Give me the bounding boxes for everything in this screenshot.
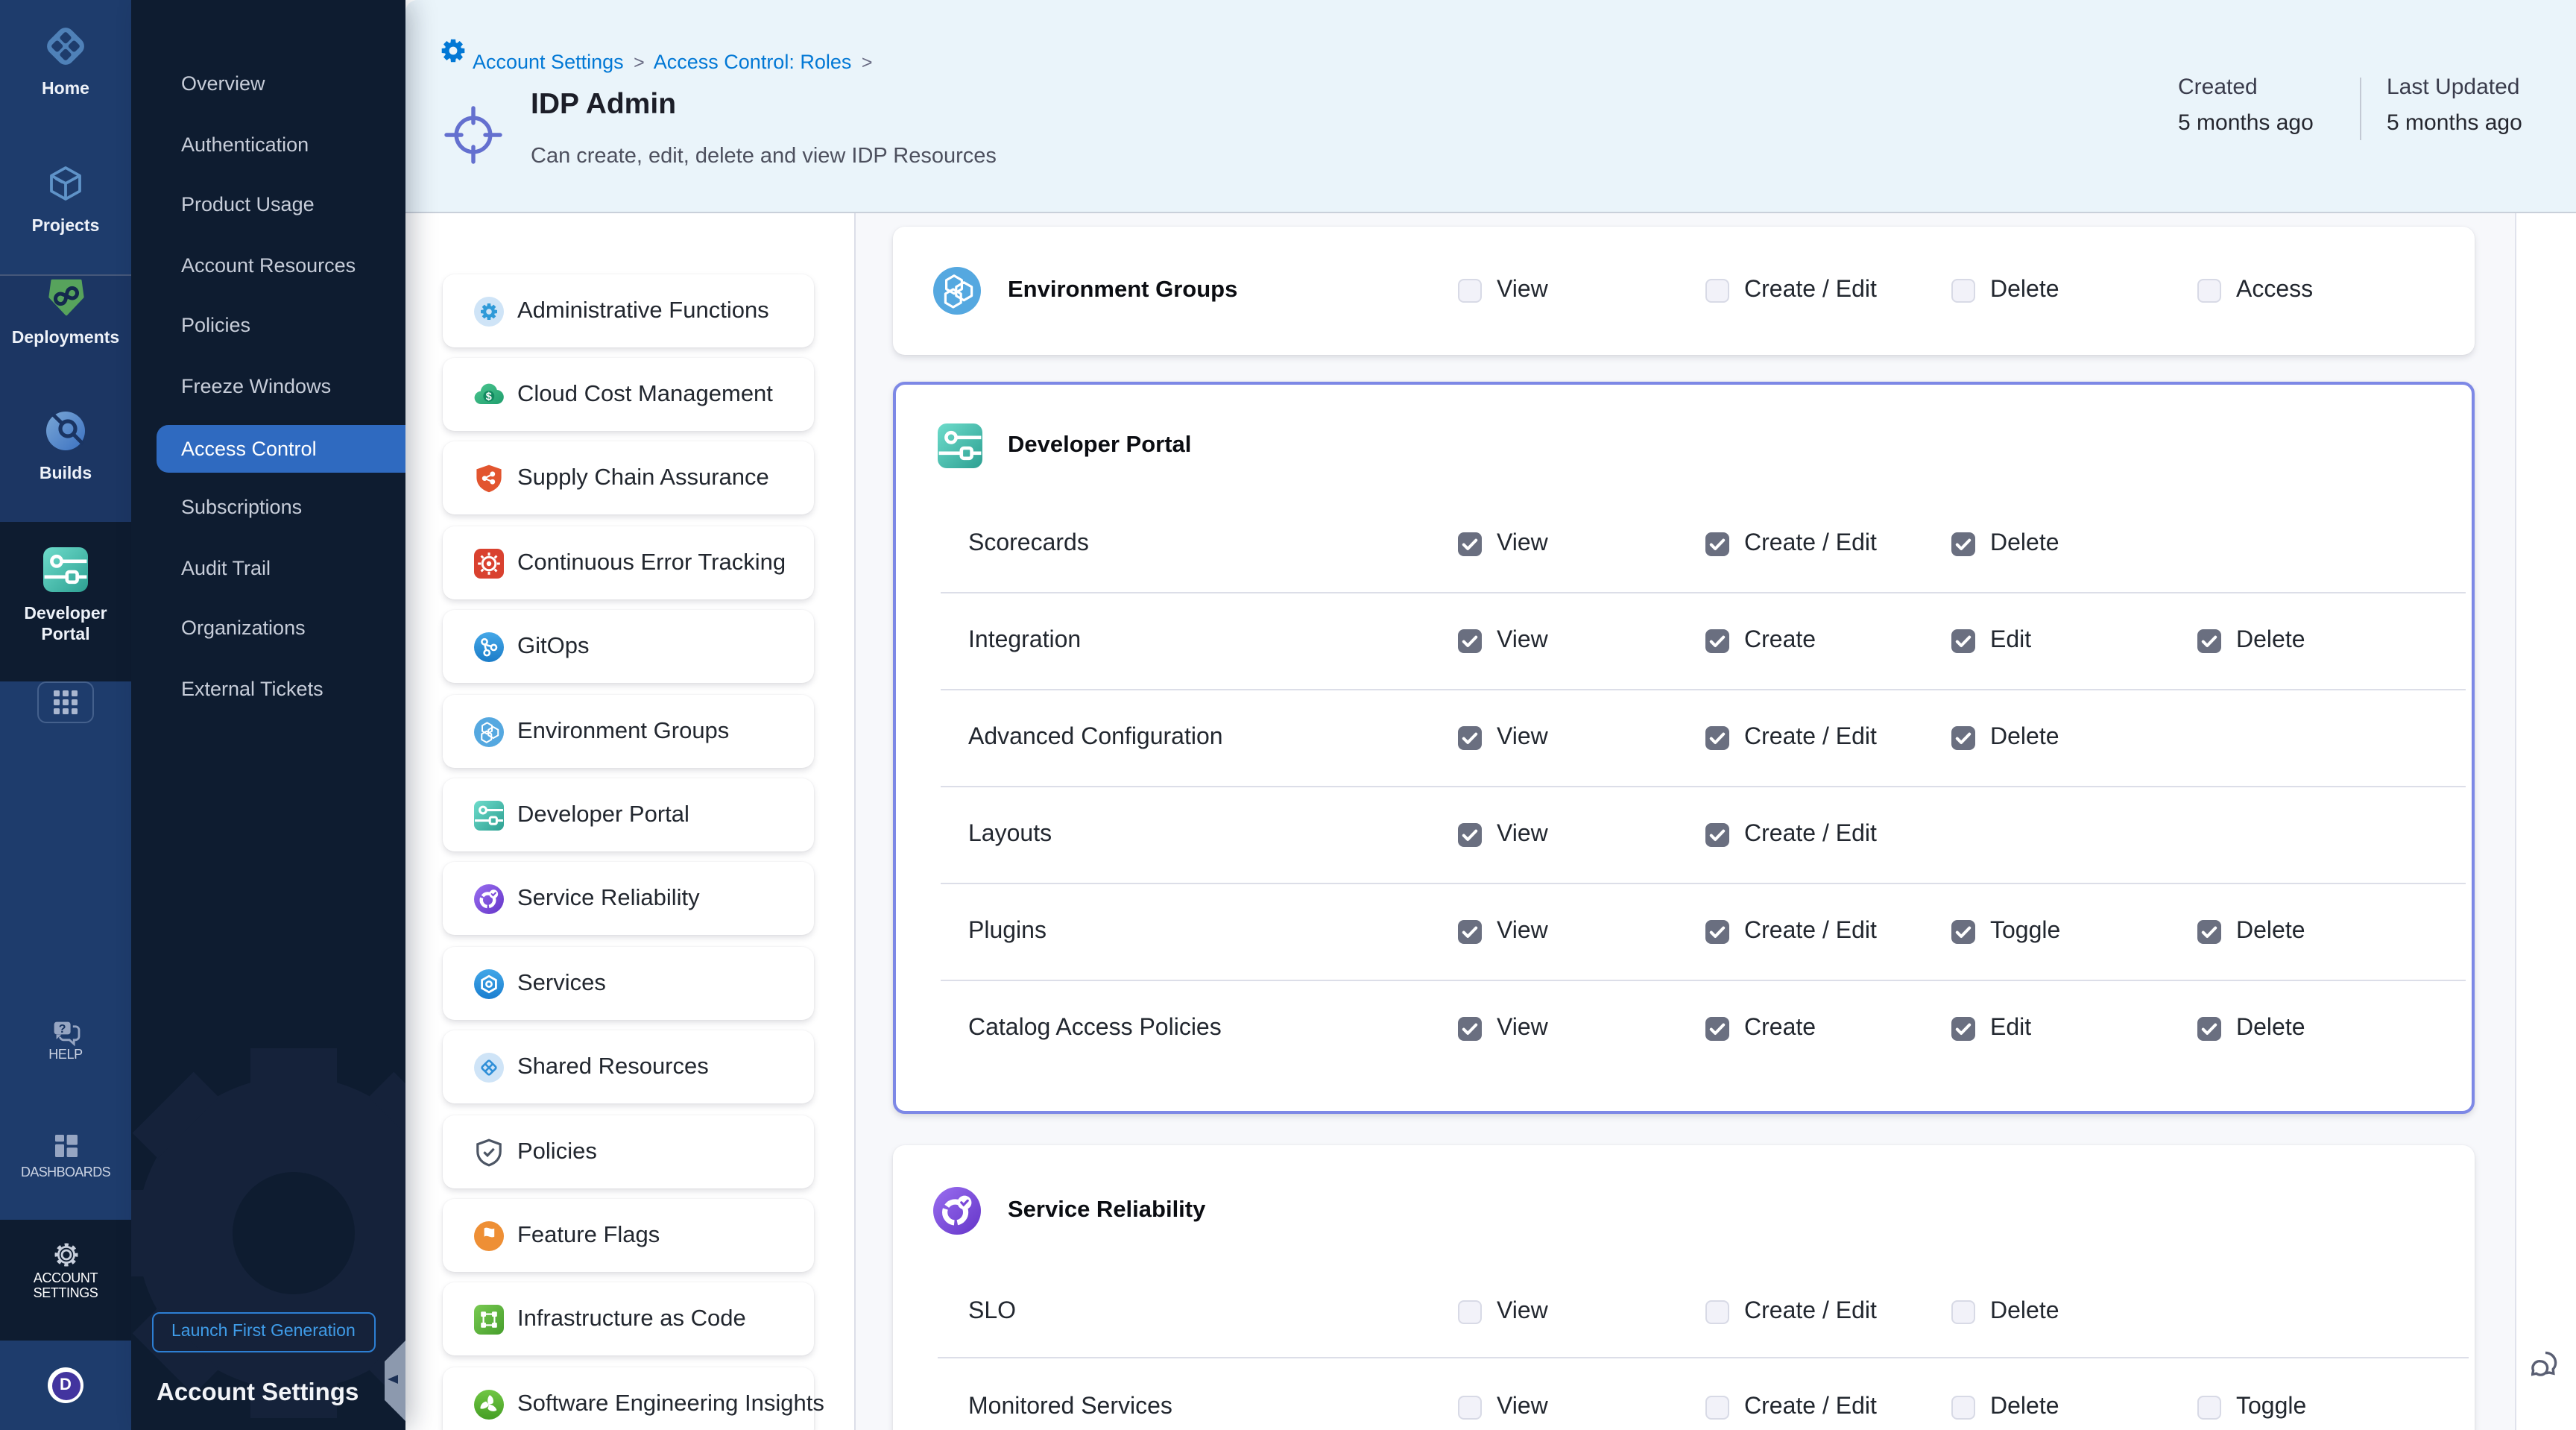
svg-text:$: $	[485, 391, 491, 403]
svg-text:?: ?	[58, 1023, 66, 1036]
